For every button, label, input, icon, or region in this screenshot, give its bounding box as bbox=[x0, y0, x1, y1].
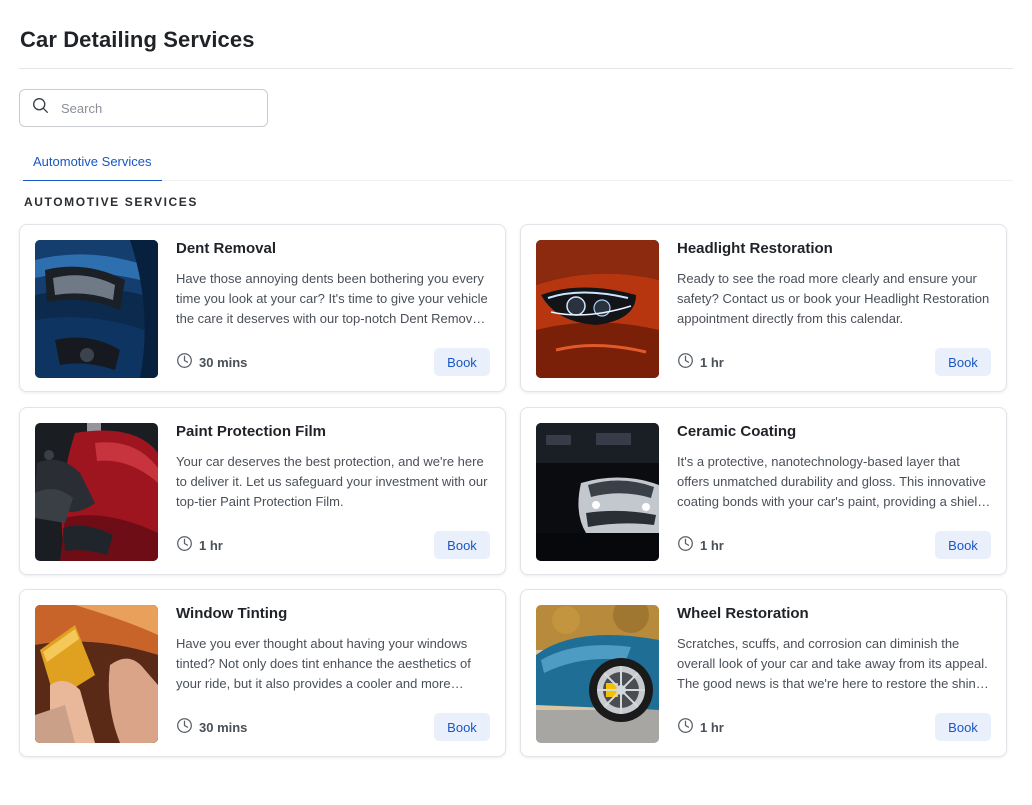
service-description: Scratches, scuffs, and corrosion can dim… bbox=[677, 636, 988, 691]
duration-label: 30 mins bbox=[199, 354, 248, 370]
book-button[interactable]: Book bbox=[434, 348, 490, 376]
tab-automotive-services[interactable]: Automotive Services bbox=[23, 146, 162, 181]
service-description: Have you ever thought about having your … bbox=[176, 636, 471, 691]
service-duration: 1 hr bbox=[677, 717, 724, 737]
service-title: Ceramic Coating bbox=[677, 423, 797, 440]
service-description: Ready to see the road more clearly and e… bbox=[677, 271, 990, 326]
book-button[interactable]: Book bbox=[434, 531, 490, 559]
book-button[interactable]: Book bbox=[935, 713, 991, 741]
service-image-dent-removal bbox=[35, 240, 158, 378]
duration-label: 1 hr bbox=[700, 354, 724, 370]
section-heading: AUTOMOTIVE SERVICES bbox=[24, 195, 198, 209]
service-title: Headlight Restoration bbox=[677, 240, 833, 257]
search-box[interactable] bbox=[19, 89, 268, 127]
service-title: Dent Removal bbox=[176, 240, 277, 257]
service-description: It's a protective, nanotechnology-based … bbox=[677, 454, 986, 509]
search-icon bbox=[32, 97, 49, 119]
duration-label: 30 mins bbox=[199, 719, 248, 735]
service-title: Window Tinting bbox=[176, 605, 288, 622]
title-divider bbox=[19, 68, 1013, 69]
service-card-window-tinting[interactable]: Window Tinting Have you ever thought abo… bbox=[19, 589, 506, 757]
service-title: Wheel Restoration bbox=[677, 605, 809, 622]
service-duration: 1 hr bbox=[677, 535, 724, 555]
service-description: Have those annoying dents been bothering… bbox=[176, 271, 488, 326]
service-image-headlight-restoration bbox=[536, 240, 659, 378]
clock-icon bbox=[677, 352, 700, 372]
book-button[interactable]: Book bbox=[935, 531, 991, 559]
clock-icon bbox=[176, 352, 199, 372]
service-image-ceramic-coating bbox=[536, 423, 659, 561]
service-title: Paint Protection Film bbox=[176, 423, 327, 440]
service-image-paint-protection-film bbox=[35, 423, 158, 561]
clock-icon bbox=[176, 535, 199, 555]
service-image-wheel-restoration bbox=[536, 605, 659, 743]
duration-label: 1 hr bbox=[199, 537, 223, 553]
service-description: Your car deserves the best protection, a… bbox=[176, 454, 488, 509]
service-card-headlight-restoration[interactable]: Headlight Restoration Ready to see the r… bbox=[520, 224, 1007, 392]
service-card-dent-removal[interactable]: Dent Removal Have those annoying dents b… bbox=[19, 224, 506, 392]
service-duration: 30 mins bbox=[176, 352, 247, 372]
service-image-window-tinting bbox=[35, 605, 158, 743]
service-card-ceramic-coating[interactable]: Ceramic Coating It's a protective, nanot… bbox=[520, 407, 1007, 575]
service-card-paint-protection-film[interactable]: Paint Protection Film Your car deserves … bbox=[19, 407, 506, 575]
service-duration: 1 hr bbox=[176, 535, 223, 555]
category-tabs: Automotive Services bbox=[19, 146, 1013, 181]
duration-label: 1 hr bbox=[700, 719, 724, 735]
book-button[interactable]: Book bbox=[434, 713, 490, 741]
clock-icon bbox=[677, 717, 700, 737]
book-button[interactable]: Book bbox=[935, 348, 991, 376]
search-input[interactable] bbox=[61, 100, 241, 116]
service-duration: 30 mins bbox=[176, 717, 247, 737]
page-title: Car Detailing Services bbox=[20, 27, 255, 52]
clock-icon bbox=[677, 535, 700, 555]
duration-label: 1 hr bbox=[700, 537, 724, 553]
service-duration: 1 hr bbox=[677, 352, 724, 372]
clock-icon bbox=[176, 717, 199, 737]
service-card-wheel-restoration[interactable]: Wheel Restoration Scratches, scuffs, and… bbox=[520, 589, 1007, 757]
